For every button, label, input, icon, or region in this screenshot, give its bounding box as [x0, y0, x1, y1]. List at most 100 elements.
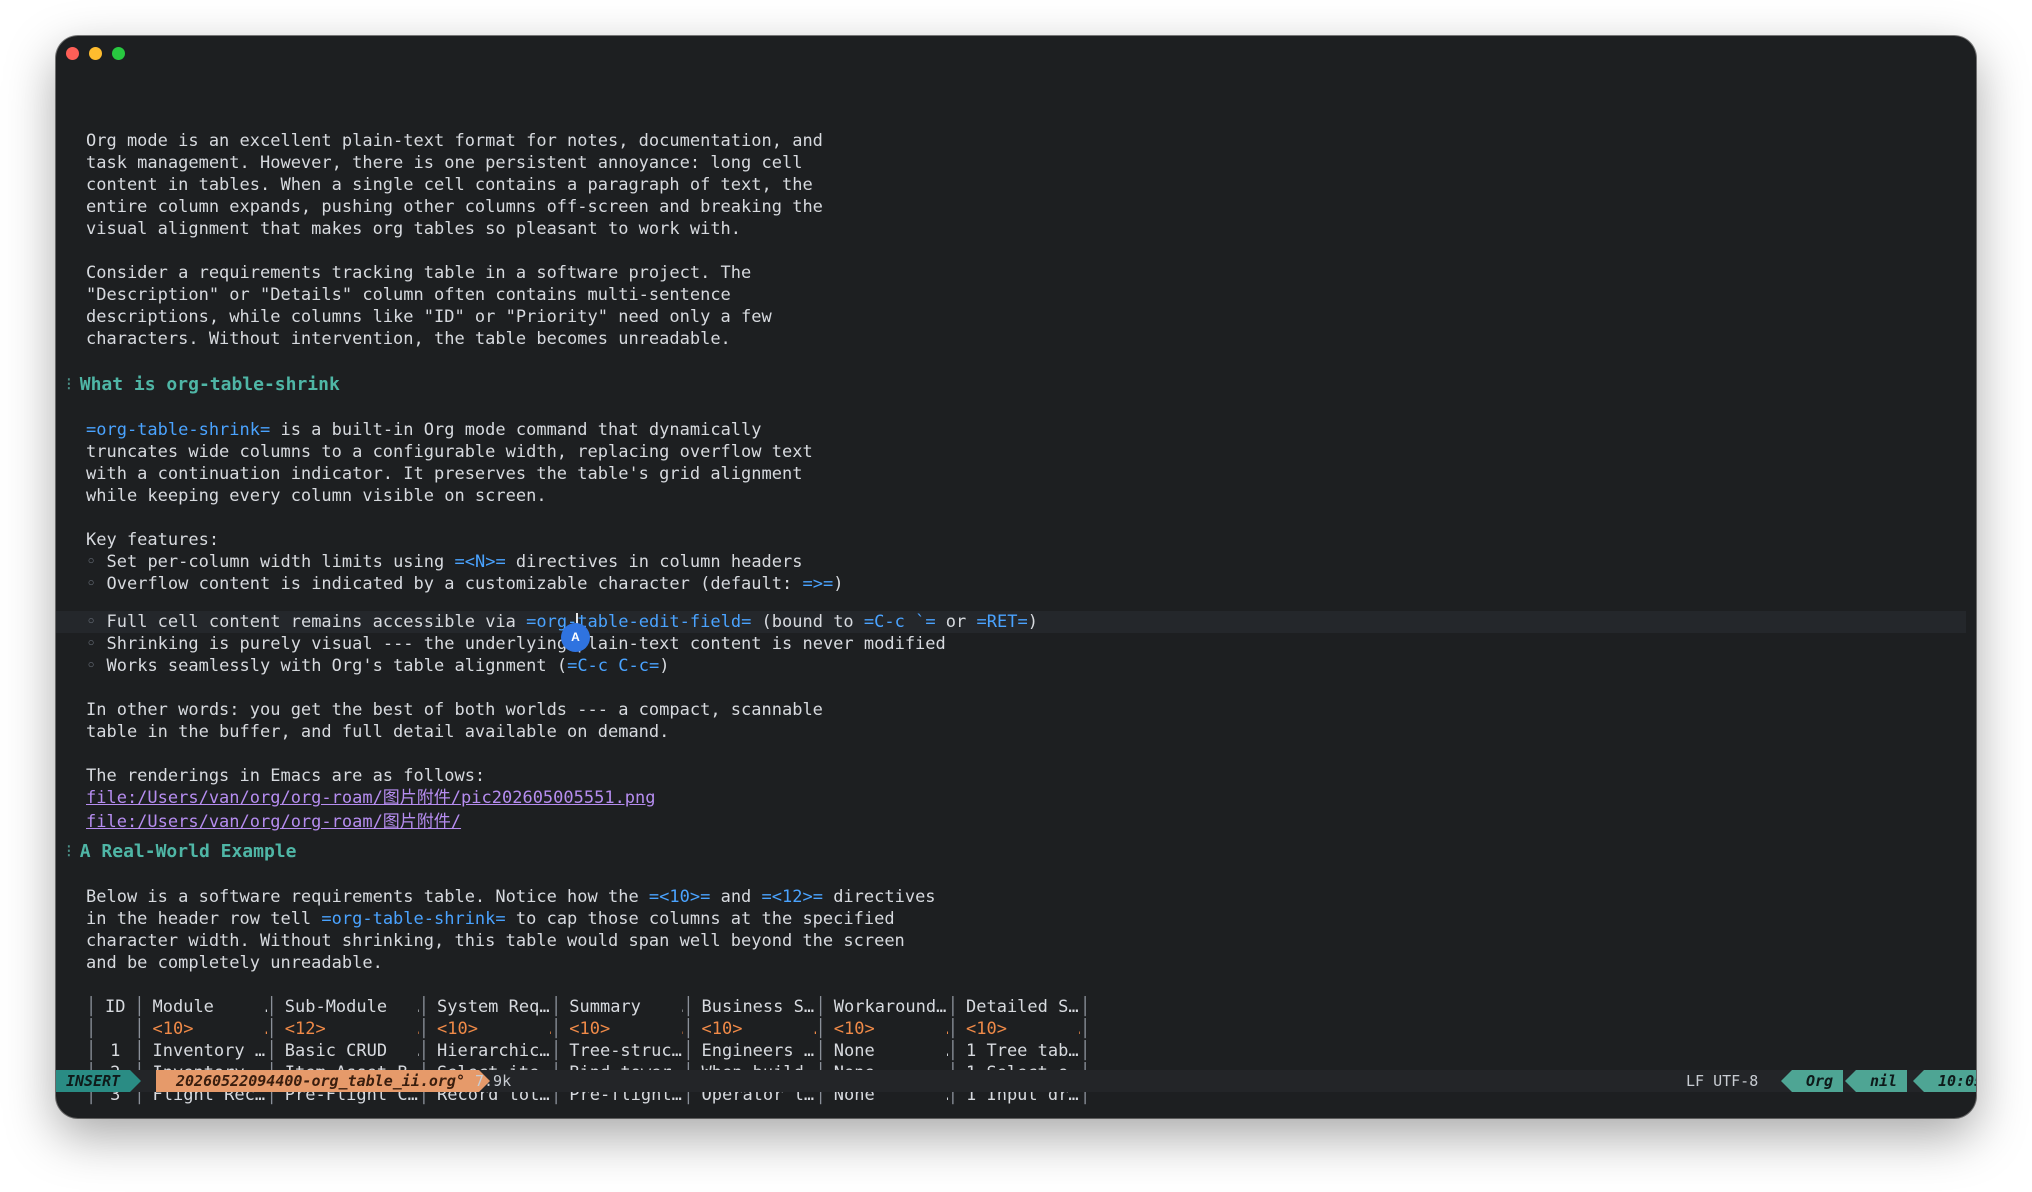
table-border: │ — [815, 1019, 826, 1039]
text-span: directives — [822, 887, 936, 907]
list-item: ◦ Shrinking is purely visual --- the und… — [86, 633, 946, 655]
text-line: Below is a software requirements table. … — [86, 886, 936, 908]
text-line: In other words: you get the best of both… — [86, 700, 823, 720]
table-header-cell[interactable]: Sub-Module … — [277, 996, 419, 1018]
table-border: │ — [266, 997, 277, 1017]
table-border: │ — [86, 1019, 97, 1039]
file-link[interactable]: file:/Users/van/org/org-roam/图片附件/ — [86, 811, 461, 833]
verbatim: =org-table-edit-field= — [526, 612, 752, 632]
maximize-button[interactable] — [112, 47, 125, 60]
table-border: │ — [683, 997, 694, 1017]
window-controls — [66, 47, 125, 60]
text-span: or — [935, 612, 977, 632]
bullet-icon: ◦ — [86, 656, 97, 676]
text-span: to cap those columns at the specified — [505, 909, 895, 929]
table-cell[interactable]: None … — [826, 1040, 948, 1062]
table-cell[interactable]: <10> … — [145, 1018, 267, 1040]
table-header-cell[interactable]: Workaround… — [826, 996, 948, 1018]
table-border: │ — [266, 1019, 277, 1039]
table-header-cell[interactable]: Summary … — [561, 996, 683, 1018]
table-header-row: │ ID │ Module … │ Sub-Module … │ System Req… │ Su… — [86, 996, 1090, 1018]
table-cell[interactable]: Hierarchic… — [429, 1040, 551, 1062]
table-header-cell[interactable]: ID — [96, 996, 134, 1018]
text-span: ) — [659, 656, 670, 676]
text-span: ) — [1027, 612, 1038, 632]
verbatim: =>= — [802, 574, 834, 594]
bullet-icon: ◦ — [86, 634, 97, 654]
buffer-name[interactable]: 20260522094400-org_table_ii.org° — [156, 1070, 490, 1092]
table-header-cell[interactable]: Business S… — [694, 996, 816, 1018]
encoding-indicator[interactable]: LF UTF-8 — [1686, 1070, 1758, 1092]
text-line: characters. Without intervention, the ta… — [86, 329, 731, 349]
text-span: Shrinking is purely visual --- the under… — [106, 634, 946, 654]
table-cell[interactable]: Basic CRUD … — [277, 1040, 419, 1062]
evil-state-indicator: INSERT — [56, 1070, 142, 1092]
table-cell[interactable]: 1 Tree tab… — [958, 1040, 1080, 1062]
text-line: "Description" or "Details" column often … — [86, 285, 731, 305]
editor-buffer[interactable]: Org mode is an excellent plain-text form… — [56, 90, 1976, 1106]
table-border: │ — [551, 1041, 562, 1061]
table-border: │ — [815, 1041, 826, 1061]
buffer-size: 7.9k — [475, 1072, 512, 1090]
emacs-window: Org mode is an excellent plain-text form… — [56, 36, 1976, 1118]
minor-mode-indicator: nil — [1844, 1070, 1908, 1092]
table-border: │ — [1080, 1019, 1091, 1039]
major-mode-indicator[interactable]: Org — [1780, 1070, 1844, 1092]
table-border: │ — [683, 1019, 694, 1039]
table-border: │ — [947, 997, 958, 1017]
minimize-button[interactable] — [89, 47, 102, 60]
verbatim: =org-table-shrink= — [86, 420, 271, 440]
close-button[interactable] — [66, 47, 79, 60]
table-cell[interactable]: <12> … — [277, 1018, 419, 1040]
table-border: │ — [1080, 997, 1091, 1017]
table-border: │ — [683, 1041, 694, 1061]
verbatim: =org-table-shrink= — [321, 909, 506, 929]
table-cell[interactable] — [96, 1018, 134, 1040]
section-heading[interactable]: ⁝ A Real-World Example — [66, 840, 296, 864]
table-border: │ — [266, 1041, 277, 1061]
text-span: ) — [833, 574, 844, 594]
text-span: Full cell content remains accessible via — [106, 612, 527, 632]
text-line: Consider a requirements tracking table i… — [86, 263, 752, 283]
table-cell[interactable]: <10> … — [826, 1018, 948, 1040]
table-cell[interactable]: <10> … — [958, 1018, 1080, 1040]
file-link[interactable]: file:/Users/van/org/org-roam/图片附件/pic202… — [86, 787, 656, 809]
table-cell[interactable]: 1 — [96, 1040, 134, 1062]
text-span: and — [710, 887, 762, 907]
table-directive-row: │ │ <10> … │ <12> … │ <10> … │ <10> … │ <10> … │ <10… — [86, 1018, 1090, 1040]
table-border: │ — [947, 1041, 958, 1061]
table-cell[interactable]: Tree-struc… — [561, 1040, 683, 1062]
table-cell[interactable]: Inventory … — [145, 1040, 267, 1062]
table-row: │ 1 │ Inventory … │ Basic CRUD … │ Hierarchic… │… — [86, 1040, 1090, 1062]
table-header-cell[interactable]: Detailed S… — [958, 996, 1080, 1018]
heading-text: What is org-table-shrink — [79, 374, 340, 395]
text-line: Org mode is an excellent plain-text form… — [86, 131, 823, 151]
list-item: ◦ Works seamlessly with Org's table alig… — [86, 655, 669, 677]
heading-marker-icon: ⁝ — [66, 374, 72, 395]
table-border: │ — [134, 1019, 145, 1039]
heading-text: A Real-World Example — [79, 841, 297, 862]
verbatim: =<10>= — [648, 887, 711, 907]
table-header-cell[interactable]: Module … — [145, 996, 267, 1018]
text-span: Works seamlessly with Org's table alignm… — [106, 656, 568, 676]
verbatim: =<12>= — [761, 887, 823, 907]
table-border: │ — [86, 1041, 97, 1061]
text-line: in the header row tell =org-table-shrink… — [86, 908, 895, 930]
table-cell[interactable]: <10> … — [561, 1018, 683, 1040]
section-heading[interactable]: ⁝ What is org-table-shrink — [66, 373, 340, 397]
text-line: truncates wide columns to a configurable… — [86, 442, 813, 462]
table-cell[interactable]: <10> … — [429, 1018, 551, 1040]
text-line: =org-table-shrink= is a built-in Org mod… — [86, 419, 762, 441]
table-cell[interactable]: Engineers … — [694, 1040, 816, 1062]
text-line: character width. Without shrinking, this… — [86, 931, 905, 951]
text-span: Below is a software requirements table. … — [86, 887, 649, 907]
list-item: ◦ Set per-column width limits using =<N>… — [86, 551, 803, 573]
table-header-cell[interactable]: System Req… — [429, 996, 551, 1018]
table-border: │ — [551, 997, 562, 1017]
table-cell[interactable]: <10> … — [694, 1018, 816, 1040]
input-method-badge[interactable]: A — [561, 623, 590, 652]
text-line: descriptions, while columns like "ID" or… — [86, 307, 772, 327]
text-line: content in tables. When a single cell co… — [86, 175, 813, 195]
text-line: and be completely unreadable. — [86, 953, 383, 973]
text-span: in the header row tell — [86, 909, 322, 929]
